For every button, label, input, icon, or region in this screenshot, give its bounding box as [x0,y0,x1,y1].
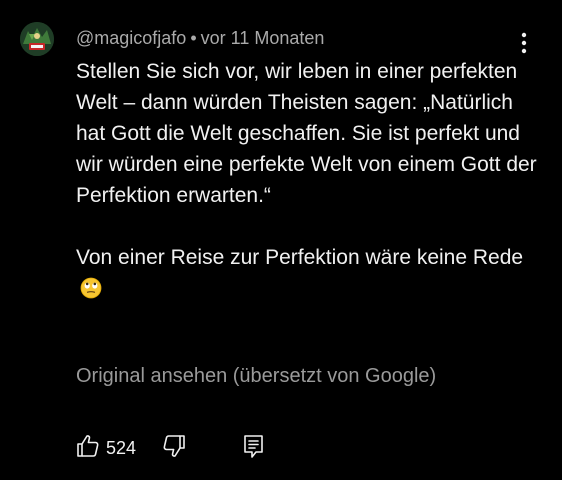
timestamp[interactable]: vor 11 Monaten [201,28,325,48]
author-name[interactable]: @magicofjafo [76,28,186,48]
comment-paragraph: Stellen Sie sich vor, wir leben in einer… [76,60,537,207]
comment-header: @magicofjafo • vor 11 Monaten [76,27,324,49]
comment-text: Stellen Sie sich vor, wir leben in einer… [76,56,546,304]
more-vert-icon[interactable] [512,30,536,56]
reply-button[interactable] [242,433,266,464]
like-count: 524 [106,438,137,458]
dislike-button[interactable] [162,433,186,464]
comment-paragraph-text: Von einer Reise zur Perfektion wäre kein… [76,246,524,269]
header-separator: • [190,28,197,48]
like-button[interactable] [76,433,100,464]
reply-comment-icon [242,435,266,463]
thumb-up-icon [76,435,100,463]
comment-paragraph-last: Von einer Reise zur Perfektion wäre kein… [76,242,546,304]
face-with-rolling-eyes-emoji [80,277,102,299]
avatar[interactable] [20,22,54,56]
view-original-link[interactable]: Original ansehen (übersetzt von Google) [76,363,436,389]
thumb-down-icon [162,435,186,463]
